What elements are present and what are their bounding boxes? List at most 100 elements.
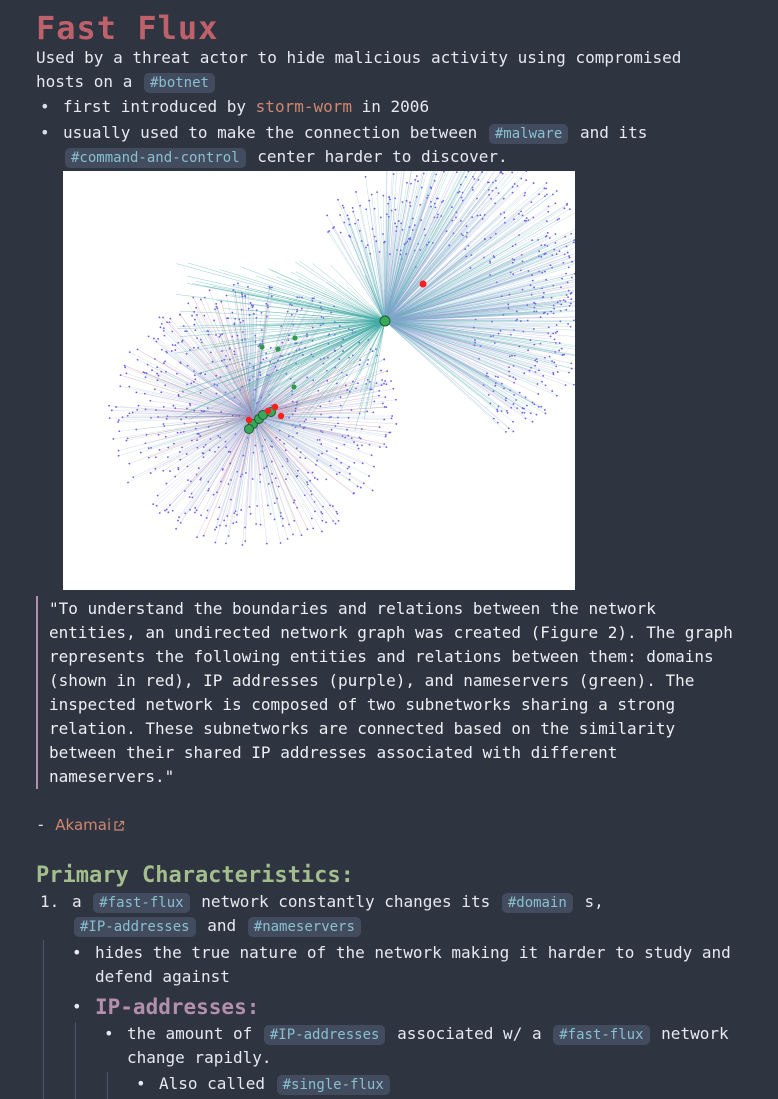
graph-node [335,447,338,450]
graph-node [172,442,175,445]
graph-node [230,498,232,501]
graph-node [330,416,332,418]
tag-domain[interactable]: #domain [501,893,573,913]
graph-node [265,357,268,359]
graph-node [540,255,543,258]
graph-node [180,418,182,421]
graph-node [306,333,308,335]
graph-node [281,525,284,527]
graph-node [486,372,488,375]
graph-node [569,302,572,305]
indent-guide [43,940,44,1099]
tag-single-flux[interactable]: #single-flux [276,1075,390,1095]
graph-node [177,468,180,471]
graph-node [339,396,342,399]
graph-node [177,393,180,396]
quote-text: "To understand the boundaries and relati… [49,599,733,786]
graph-node [561,354,564,356]
tag-botnet[interactable]: #botnet [143,73,215,93]
graph-node [117,421,120,423]
graph-node [255,523,258,525]
graph-node [353,461,356,464]
graph-node [195,422,198,425]
graph-node [378,394,380,397]
graph-node [384,435,387,438]
graph-node [356,444,359,447]
graph-node [558,217,561,220]
graph-node [395,423,398,425]
graph-node [419,204,422,206]
graph-node [370,193,373,196]
graph-node [394,398,397,401]
graph-node [215,334,217,336]
graph-node [309,490,312,492]
graph-node [359,204,362,207]
graph-node [288,417,291,419]
graph-node [151,369,153,372]
graph-node [554,351,557,353]
graph-edge [384,320,533,403]
graph-node [191,314,193,317]
graph-node [199,338,202,341]
graph-node [526,404,528,407]
graph-node [162,469,165,472]
graph-node [188,496,191,498]
graph-node [267,482,270,485]
graph-node [174,407,177,410]
graph-node [218,335,221,338]
graph-node [277,485,280,488]
graph-node [117,454,120,457]
graph-node [560,347,563,350]
graph-node [571,276,573,279]
graph-node [539,342,542,345]
graph-node [293,519,296,522]
tag-ip-addresses[interactable]: #IP-addresses [74,917,196,937]
list-text: a [72,892,82,911]
graph-node [131,411,134,414]
tag-command-and-control[interactable]: #command-and-control [65,148,246,168]
bullet-dot: • [72,943,82,962]
graph-node [147,456,150,459]
graph-node [186,407,188,410]
graph-node [445,230,448,233]
link-storm-worm[interactable]: storm-worm [256,97,352,116]
graph-node [546,193,548,196]
graph-node [540,405,543,408]
graph-node [346,428,348,431]
graph-node [513,258,516,261]
graph-node [566,202,569,205]
tag-ip-addresses[interactable]: #IP-addresses [263,1025,386,1045]
list-item: • hides the true nature of the network m… [72,941,736,989]
tag-fast-flux[interactable]: #fast-flux [553,1025,650,1045]
graph-node [530,201,533,204]
graph-node [487,181,490,184]
graph-node [570,291,573,294]
tag-fast-flux[interactable]: #fast-flux [93,893,190,913]
graph-node [523,219,526,222]
graph-node [171,509,174,512]
graph-node [487,393,490,396]
tag-nameservers[interactable]: #nameservers [247,917,361,937]
graph-node [316,478,319,481]
graph-node [249,512,252,515]
graph-node [512,273,515,276]
graph-node [442,199,445,202]
graph-node [543,187,546,190]
graph-node [465,255,468,258]
graph-node [563,353,566,356]
graph-node [166,456,169,459]
nameserver-node [259,344,265,350]
graph-node [504,430,507,433]
graph-node [337,198,339,201]
graph-node [545,235,548,237]
graph-node [168,321,171,324]
tag-malware[interactable]: #malware [488,124,569,144]
list-text: s, [584,892,604,911]
graph-node [286,310,289,313]
graph-node [497,332,500,335]
link-akamai[interactable]: Akamai [55,816,111,834]
graph-node [135,428,138,431]
bullet-dot: • [104,1024,114,1043]
graph-node [348,478,351,481]
graph-node [359,486,362,489]
